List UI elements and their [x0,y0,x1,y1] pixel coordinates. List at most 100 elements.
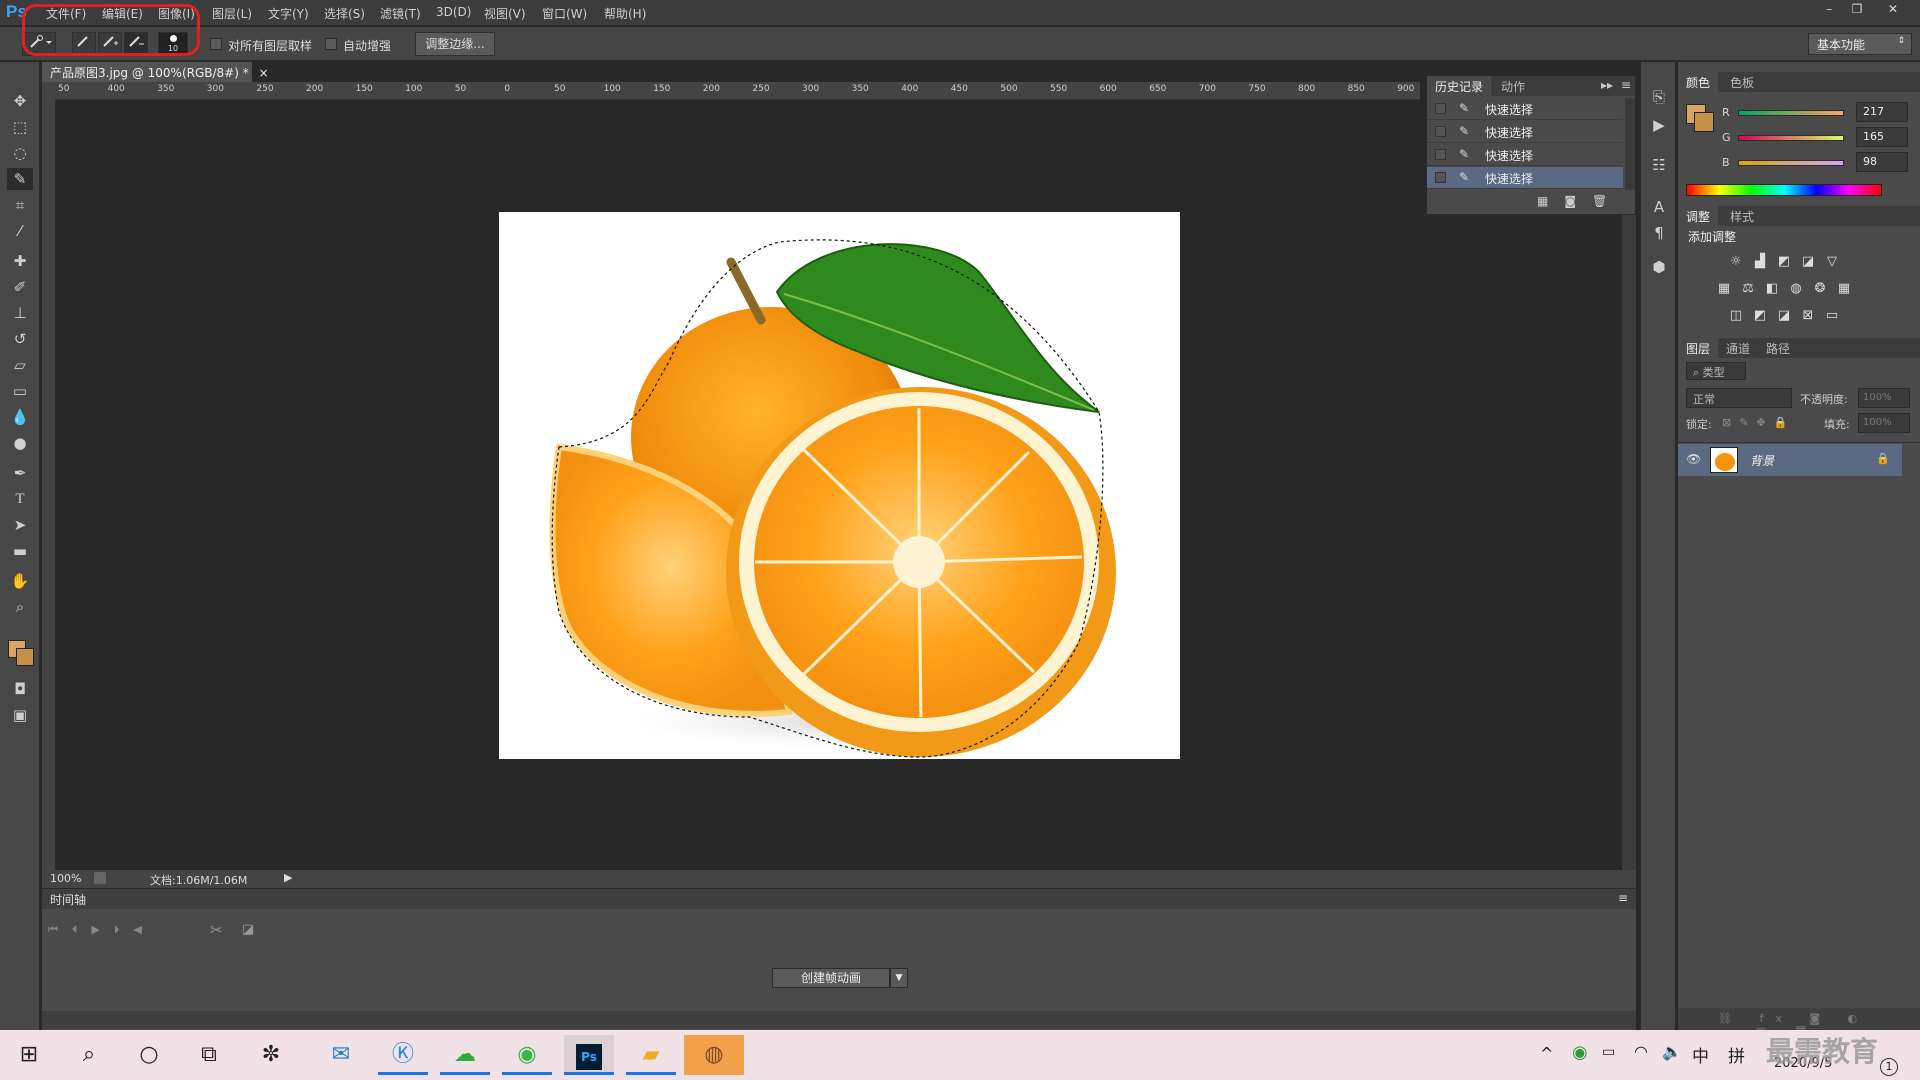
selective-color-icon[interactable]: ⊠ [1798,307,1818,325]
photoshop-taskbar-icon[interactable]: Ps [564,1035,614,1075]
hand-tool-icon[interactable]: ✋ [7,570,33,592]
menu-help[interactable]: 帮助(H) [604,5,646,22]
ruler-origin[interactable] [42,82,56,100]
tab-actions[interactable]: 动作 [1493,76,1533,96]
close-tab-icon[interactable]: × [259,66,269,80]
menu-layer[interactable]: 图层(L) [212,5,252,22]
r-slider[interactable] [1738,110,1844,116]
color-spectrum-bar[interactable] [1686,184,1882,196]
layer-filter-select[interactable]: ⌕ 类型 [1686,362,1746,380]
split-clip-icon[interactable]: ✂ [210,921,223,939]
exposure-icon[interactable]: ◪ [1798,253,1818,271]
sample-all-layers-checkbox[interactable] [210,38,222,50]
path-selection-tool-icon[interactable]: ➤ [7,514,33,536]
levels-icon[interactable]: ▟ [1750,253,1770,271]
history-item[interactable]: ✎ 快速选择 [1427,167,1623,189]
paragraph-panel-icon[interactable]: ¶ [1646,222,1672,244]
layer-row-background[interactable]: 👁 背景 🔒 [1678,444,1902,476]
color-balance-icon[interactable]: ⚖ [1738,280,1758,298]
wifi-icon[interactable]: ◠ [1634,1042,1648,1061]
history-actions[interactable]: ▦◙🗑 [1537,194,1623,208]
zoom-tool-icon[interactable]: ⌕ [7,596,33,618]
battery-icon[interactable]: ▭ [1602,1044,1615,1060]
chevron-down-icon[interactable]: ▼ [890,968,908,988]
history-snapshot-checkbox[interactable] [1435,149,1446,160]
menu-filter[interactable]: 滤镜(T) [380,5,421,22]
quick-mask-icon[interactable]: ◘ [7,678,33,700]
tab-color[interactable]: 颜色 [1678,72,1719,92]
ime-pinyin[interactable]: 拼 [1728,1042,1745,1067]
clone-stamp-tool-icon[interactable]: ⊥ [7,302,33,324]
dodge-tool-icon[interactable]: ● [7,432,33,454]
tab-styles[interactable]: 样式 [1722,206,1762,226]
document-canvas[interactable] [499,212,1180,759]
eraser-tool-icon[interactable]: ▱ [7,354,33,376]
crop-tool-icon[interactable]: ⌗ [7,194,33,216]
g-slider[interactable] [1738,135,1844,141]
healing-brush-tool-icon[interactable]: ✚ [7,250,33,272]
history-item[interactable]: ✎ 快速选择 [1427,121,1623,143]
cookie-app-icon[interactable]: ◍ [684,1035,744,1075]
document-tab[interactable]: 产品原图3.jpg @ 100%(RGB/8#) * × [42,62,269,82]
screen-mode-icon[interactable]: ▣ [7,704,33,726]
photo-filter-icon[interactable]: ◍ [1786,280,1806,298]
menu-window[interactable]: 窗口(W) [542,5,587,22]
browser-icon[interactable]: ◉ [502,1035,552,1075]
shape-tool-icon[interactable]: ▬ [7,540,33,562]
tab-swatches[interactable]: 色板 [1722,72,1762,92]
close-button[interactable]: ✕ [1880,1,1906,17]
zoom-level[interactable]: 100% [50,872,81,885]
history-snapshot-checkbox[interactable] [1435,103,1446,114]
status-menu-arrow-icon[interactable]: ▶ [284,871,292,884]
menu-select[interactable]: 选择(S) [324,5,365,22]
playback-controls[interactable]: ⏮⏴▶⏵◀ [48,923,156,937]
restore-button[interactable]: ❐ [1844,1,1870,17]
blur-tool-icon[interactable]: 💧 [7,406,33,428]
actions-panel-icon[interactable]: ▶ [1646,114,1672,136]
minimize-button[interactable]: – [1816,1,1842,17]
ime-mode[interactable]: 中 [1692,1042,1709,1067]
posterize-icon[interactable]: ◩ [1750,307,1770,325]
create-frame-animation-button[interactable]: 创建帧动画 [772,968,890,988]
history-panel-icon[interactable]: ⎘ [1646,86,1672,108]
status-info-icon[interactable] [94,872,106,884]
panel-menu-icon[interactable]: ≡ [1618,891,1628,905]
pen-tool-icon[interactable]: ✒ [7,462,33,484]
b-slider[interactable] [1738,160,1844,166]
collapse-icon[interactable]: ▸▸ [1601,78,1613,92]
history-snapshot-checkbox[interactable] [1435,126,1446,137]
history-scrollbar[interactable] [1625,98,1635,190]
g-value[interactable]: 165 [1856,127,1908,147]
workspace-select[interactable]: 基本功能 ⇕ [1808,33,1912,55]
background-color-swatch[interactable] [16,648,34,666]
marquee-tool-icon[interactable]: ⬚ [7,116,33,138]
notification-badge[interactable]: 1 [1880,1058,1898,1076]
threshold-icon[interactable]: ◪ [1774,307,1794,325]
fill-input[interactable]: 100% [1858,413,1910,433]
eyedropper-tool-icon[interactable]: ⁄ [7,220,33,242]
channel-mixer-icon[interactable]: ❂ [1810,280,1830,298]
tab-channels[interactable]: 通道 [1718,338,1758,358]
b-value[interactable]: 98 [1856,152,1908,172]
task-view-icon[interactable]: ⧉ [184,1035,234,1075]
hue-saturation-icon[interactable]: ▦ [1714,280,1734,298]
menu-type[interactable]: 文字(Y) [268,5,309,22]
tray-app-icon[interactable]: ◉ [1572,1042,1588,1063]
r-value[interactable]: 217 [1856,102,1908,122]
quick-selection-tool-icon[interactable]: ✎ [7,168,33,190]
cortana-icon[interactable]: ○ [124,1035,174,1075]
eye-icon[interactable]: 👁 [1686,452,1701,466]
history-item[interactable]: ✎ 快速选择 [1427,144,1623,166]
layer-name[interactable]: 背景 [1750,452,1774,469]
move-tool-icon[interactable]: ✥ [7,90,33,112]
auto-enhance-checkbox[interactable] [325,38,337,50]
color-lookup-icon[interactable]: ▦ [1834,280,1854,298]
menu-3d[interactable]: 3D(D) [436,5,471,19]
tab-paths[interactable]: 路径 [1758,338,1798,358]
windows-start-icon[interactable]: ⊞ [4,1035,54,1075]
menu-view[interactable]: 视图(V) [484,5,526,22]
history-brush-tool-icon[interactable]: ↺ [7,328,33,350]
opacity-input[interactable]: 100% [1858,388,1910,408]
tab-history[interactable]: 历史记录 [1427,76,1492,96]
gradient-tool-icon[interactable]: ▭ [7,380,33,402]
